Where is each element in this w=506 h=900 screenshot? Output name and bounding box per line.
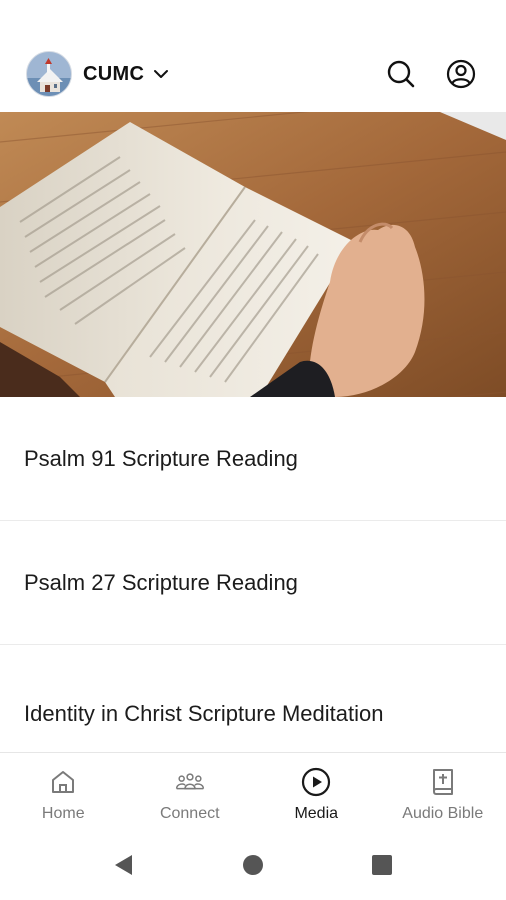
- organization-name: CUMC: [83, 62, 145, 85]
- tab-connect[interactable]: Connect: [127, 753, 254, 830]
- organization-switcher[interactable]: CUMC: [26, 51, 169, 97]
- tab-home[interactable]: Home: [0, 753, 127, 830]
- account-button[interactable]: [446, 59, 476, 89]
- tab-label: Audio Bible: [402, 805, 484, 822]
- tab-label: Connect: [159, 805, 220, 822]
- system-recents-button[interactable]: [362, 845, 402, 885]
- home-circle-icon: [242, 855, 263, 875]
- search-icon: [387, 60, 415, 88]
- tab-media[interactable]: Media: [253, 753, 380, 830]
- list-item[interactable]: Psalm 91 Scripture Reading: [0, 397, 506, 521]
- list-item[interactable]: Psalm 27 Scripture Reading: [0, 521, 506, 645]
- bible-icon: [428, 767, 458, 797]
- organization-avatar: [26, 51, 72, 97]
- status-bar: [0, 0, 506, 36]
- system-home-button[interactable]: [233, 845, 273, 885]
- back-triangle-icon: [115, 855, 133, 875]
- chevron-down-icon: [153, 66, 169, 82]
- people-group-icon: [175, 767, 205, 797]
- play-circle-icon: [301, 767, 331, 797]
- list-item[interactable]: Identity in Christ Scripture Meditation: [0, 645, 506, 767]
- media-title: Psalm 91 Scripture Reading: [24, 445, 298, 471]
- media-list: Psalm 91 Scripture Reading Psalm 27 Scri…: [0, 397, 506, 767]
- recents-square-icon: [371, 855, 392, 875]
- system-navigation-bar: [0, 830, 506, 900]
- system-back-button[interactable]: [104, 845, 144, 885]
- tab-label: Home: [41, 805, 85, 822]
- app-header: CUMC: [0, 36, 506, 112]
- home-icon: [48, 767, 78, 797]
- hero-image: [0, 112, 506, 397]
- media-title: Psalm 27 Scripture Reading: [24, 569, 298, 595]
- account-circle-icon: [446, 59, 476, 89]
- tab-label: Media: [294, 805, 339, 822]
- media-title: Identity in Christ Scripture Meditation: [24, 701, 384, 726]
- search-button[interactable]: [386, 59, 416, 89]
- bottom-tab-bar: Home Connect Media Audio Bible: [0, 752, 506, 830]
- tab-audio-bible[interactable]: Audio Bible: [380, 753, 506, 830]
